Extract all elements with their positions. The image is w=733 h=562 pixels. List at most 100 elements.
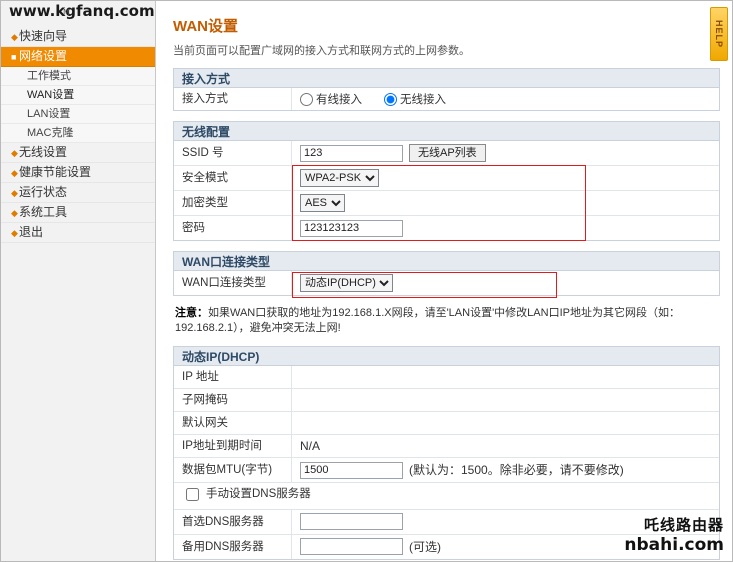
help-tab-button[interactable]: HELP: [710, 7, 728, 61]
bullet-icon: ■: [11, 52, 17, 62]
dns2-hint: (可选): [409, 539, 441, 554]
logo-text: www.kgfanq.com: [9, 2, 155, 20]
wan-type-label: WAN口连接类型: [174, 271, 292, 295]
dhcp-lease-row: IP地址到期时间 N/A: [174, 435, 719, 458]
dhcp-gateway-label: 默认网关: [174, 412, 292, 434]
password-label: 密码: [174, 216, 292, 240]
sidebar-item-health-power-saving[interactable]: ◆健康节能设置: [1, 163, 155, 183]
access-wired-label: 有线接入: [316, 94, 362, 106]
dhcp-mask-row: 子网掩码: [174, 389, 719, 412]
wan-type-note-prefix: 注意：: [175, 307, 208, 319]
wireless-config-panel-title: 无线配置: [173, 121, 720, 141]
dhcp-gateway-row: 默认网关: [174, 412, 719, 435]
access-wireless-radio[interactable]: [384, 92, 397, 106]
dhcp-ip-label: IP 地址: [174, 366, 292, 388]
help-tab-label: HELP: [714, 19, 724, 48]
ssid-row: SSID 号 无线AP列表: [174, 141, 719, 166]
sidebar-item-label: WAN设置: [27, 89, 75, 101]
wireless-password-input[interactable]: [300, 219, 403, 237]
dhcp-lease-label: IP地址到期时间: [174, 435, 292, 457]
sidebar-item-logout[interactable]: ◆退出: [1, 223, 155, 243]
manual-dns-label: 手动设置DNS服务器: [206, 488, 311, 500]
dhcp-mask-label: 子网掩码: [174, 389, 292, 411]
access-method-panel-title: 接入方式: [173, 68, 720, 88]
dhcp-ip-row: IP 地址: [174, 366, 719, 389]
encryption-type-select[interactable]: AES: [300, 194, 345, 212]
sidebar-item-label: 网络设置: [19, 49, 68, 63]
wan-type-select[interactable]: 动态IP(DHCP): [300, 274, 393, 292]
watermark-line1: 吒线路由器: [643, 516, 724, 534]
bullet-icon: ◆: [11, 188, 18, 198]
dns2-input[interactable]: [300, 538, 403, 555]
bullet-icon: ◆: [11, 168, 18, 178]
dns1-input[interactable]: [300, 513, 403, 530]
security-mode-row: 安全模式 WPA2-PSK: [174, 166, 719, 191]
router-admin-window: www.kgfanq.com M ◆快速向导 ■ 网络设置 工作模式 WAN设置 …: [0, 0, 733, 562]
sidebar: www.kgfanq.com M ◆快速向导 ■ 网络设置 工作模式 WAN设置 …: [1, 1, 156, 561]
wan-type-row: WAN口连接类型 动态IP(DHCP): [174, 271, 719, 295]
mtu-row: 数据包MTU(字节) (默认为：1500。除非必要，请不要修改): [174, 458, 719, 483]
password-row: 密码: [174, 216, 719, 240]
dns2-label: 备用DNS服务器: [174, 534, 292, 559]
bullet-icon: ◆: [11, 228, 18, 238]
access-wireless-option[interactable]: 无线接入: [384, 91, 446, 107]
sidebar-item-work-mode[interactable]: 工作模式: [1, 67, 155, 86]
dns1-label: 首选DNS服务器: [174, 509, 292, 534]
sidebar-item-status[interactable]: ◆运行状态: [1, 183, 155, 203]
access-wireless-label: 无线接入: [400, 94, 446, 106]
bullet-icon: ◆: [11, 148, 18, 158]
page-title: WAN设置: [173, 18, 238, 35]
bullet-icon: ◆: [11, 32, 18, 42]
page-description: 当前页面可以配置广域网的接入方式和联网方式的上网参数。: [173, 45, 470, 57]
manual-dns-cell: 手动设置DNS服务器: [174, 483, 311, 509]
sidebar-item-label: LAN设置: [27, 108, 71, 120]
access-wired-option[interactable]: 有线接入: [300, 91, 362, 107]
security-mode-label: 安全模式: [174, 166, 292, 190]
sidebar-item-network-settings[interactable]: ■ 网络设置: [1, 47, 155, 67]
site-logo: www.kgfanq.com M: [1, 1, 155, 23]
sidebar-item-label: 系统工具: [19, 205, 68, 219]
encryption-type-row: 加密类型 AES: [174, 191, 719, 216]
access-method-label: 接入方式: [174, 88, 292, 110]
watermark: 吒线路由器 nbahi.com: [624, 514, 724, 555]
sidebar-item-label: 退出: [19, 225, 44, 239]
dhcp-panel-title: 动态IP(DHCP): [173, 346, 720, 366]
sidebar-item-wireless-settings[interactable]: ◆无线设置: [1, 143, 155, 163]
access-method-row: 接入方式 有线接入 无线接入: [174, 88, 719, 110]
access-wired-radio[interactable]: [300, 92, 313, 106]
wan-type-panel-title: WAN口连接类型: [173, 251, 720, 271]
sidebar-item-system-tools[interactable]: ◆系统工具: [1, 203, 155, 223]
sidebar-item-label: MAC克隆: [27, 127, 74, 139]
manual-dns-option[interactable]: 手动设置DNS服务器: [182, 483, 311, 505]
sidebar-item-label: 工作模式: [27, 70, 71, 82]
security-mode-select[interactable]: WPA2-PSK: [300, 169, 379, 187]
ssid-input[interactable]: [300, 144, 403, 162]
manual-dns-row: 手动设置DNS服务器: [174, 483, 719, 510]
bullet-icon: ◆: [11, 208, 18, 218]
wan-type-note-text: 如果WAN口获取的地址为192.168.1.X网段，请至'LAN设置'中修改LA…: [175, 307, 680, 334]
ap-list-button[interactable]: 无线AP列表: [409, 144, 486, 162]
mtu-label: 数据包MTU(字节): [174, 458, 292, 482]
sidebar-nav: ◆快速向导 ■ 网络设置 工作模式 WAN设置 LAN设置 MAC克隆 ◆无线设置…: [1, 27, 155, 243]
sidebar-item-quick-wizard[interactable]: ◆快速向导: [1, 27, 155, 47]
watermark-line2: nbahi.com: [624, 535, 724, 555]
sidebar-item-label: 健康节能设置: [19, 165, 92, 179]
main-content: WAN设置 当前页面可以配置广域网的接入方式和联网方式的上网参数。 接入方式 接…: [157, 1, 732, 561]
sidebar-item-wan-settings[interactable]: WAN设置: [1, 86, 155, 105]
manual-dns-checkbox[interactable]: [186, 487, 199, 501]
dhcp-lease-value: N/A: [300, 439, 321, 453]
sidebar-item-label: 无线设置: [19, 145, 68, 159]
mtu-input[interactable]: [300, 461, 403, 479]
ssid-label: SSID 号: [174, 141, 292, 165]
sidebar-item-lan-settings[interactable]: LAN设置: [1, 105, 155, 124]
sidebar-item-label: 快速向导: [19, 29, 68, 43]
sidebar-item-mac-clone[interactable]: MAC克隆: [1, 124, 155, 143]
mtu-hint: (默认为：1500。除非必要，请不要修改): [409, 463, 624, 477]
wan-type-note: 注意：如果WAN口获取的地址为192.168.1.X网段，请至'LAN设置'中修…: [175, 306, 720, 336]
encryption-type-label: 加密类型: [174, 191, 292, 215]
wan-type-panel: WAN口连接类型 WAN口连接类型 动态IP(DHCP): [173, 251, 720, 298]
sidebar-item-label: 运行状态: [19, 185, 68, 199]
access-method-panel: 接入方式 接入方式 有线接入 无线接入: [173, 68, 720, 111]
wireless-config-panel: 无线配置 SSID 号 无线AP列表 安全模式 WPA2-PSK: [173, 121, 720, 241]
logo-subtext: M: [63, 8, 70, 17]
